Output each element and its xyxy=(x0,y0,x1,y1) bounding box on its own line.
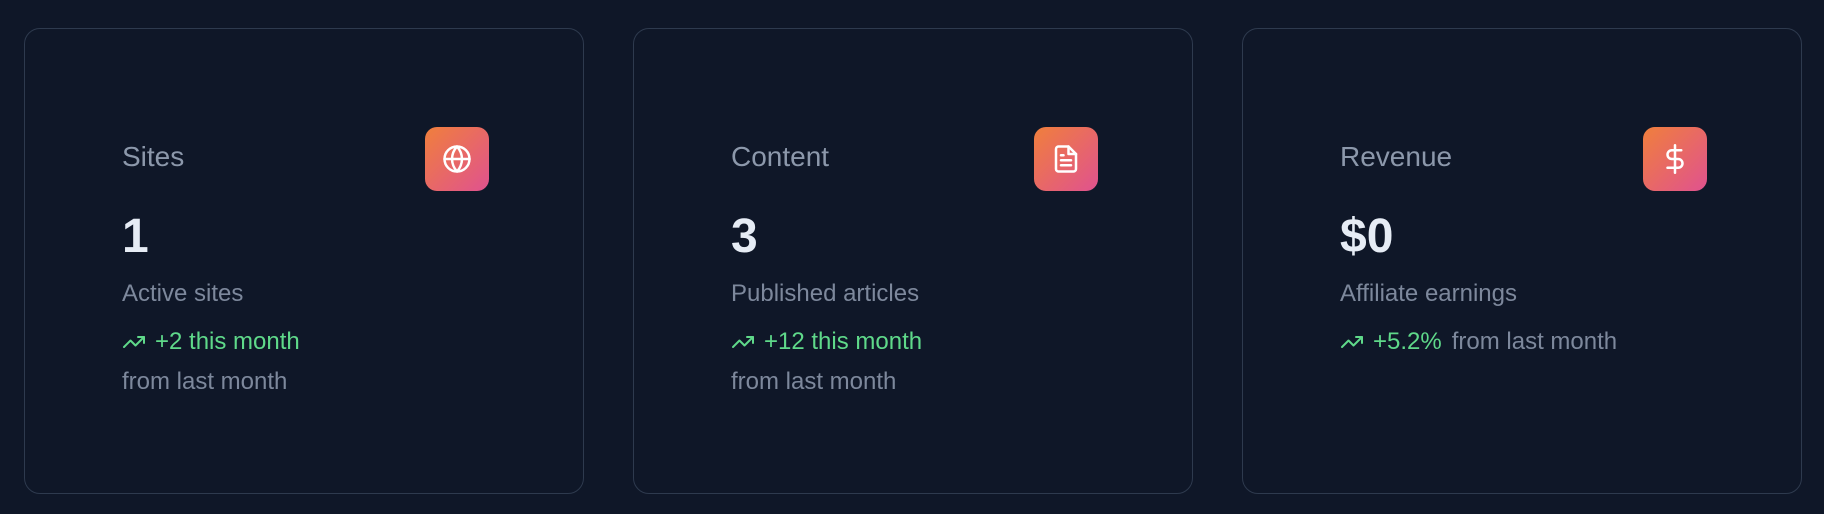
trend-note: from last month xyxy=(122,368,288,395)
trending-up-icon xyxy=(1340,330,1364,354)
card-trend: +5.2% from last month xyxy=(1340,330,1617,354)
card-value: $0 xyxy=(1340,210,1394,263)
stats-cards: Sites 1 Active sites +2 this month from … xyxy=(24,28,1802,494)
stat-card-revenue: Revenue $0 Affiliate earnings +5.2% from… xyxy=(1242,28,1802,494)
trending-up-icon xyxy=(731,330,755,354)
card-title: Revenue xyxy=(1340,141,1453,172)
card-description: Active sites xyxy=(122,280,244,307)
card-description: Affiliate earnings xyxy=(1340,280,1517,307)
card-value: 3 xyxy=(731,210,758,263)
trend-value: +12 this month xyxy=(764,328,923,355)
card-title: Sites xyxy=(122,141,185,172)
stat-card-content: Content 3 Published articles +12 this mo… xyxy=(633,28,1193,494)
trend-value: +2 this month xyxy=(155,328,300,355)
dollar-sign-icon xyxy=(1643,127,1707,191)
globe-icon xyxy=(425,127,489,191)
trend-note: from last month xyxy=(731,368,897,395)
card-trend: +12 this month xyxy=(731,330,922,354)
card-trend: +2 this month xyxy=(122,330,300,354)
trending-up-icon xyxy=(122,330,146,354)
stat-card-sites: Sites 1 Active sites +2 this month from … xyxy=(24,28,584,494)
file-text-icon xyxy=(1034,127,1098,191)
card-description: Published articles xyxy=(731,280,920,307)
trend-value: +5.2% xyxy=(1373,328,1442,355)
card-title: Content xyxy=(731,141,830,172)
trend-note: from last month xyxy=(1451,328,1618,355)
card-value: 1 xyxy=(122,210,149,263)
